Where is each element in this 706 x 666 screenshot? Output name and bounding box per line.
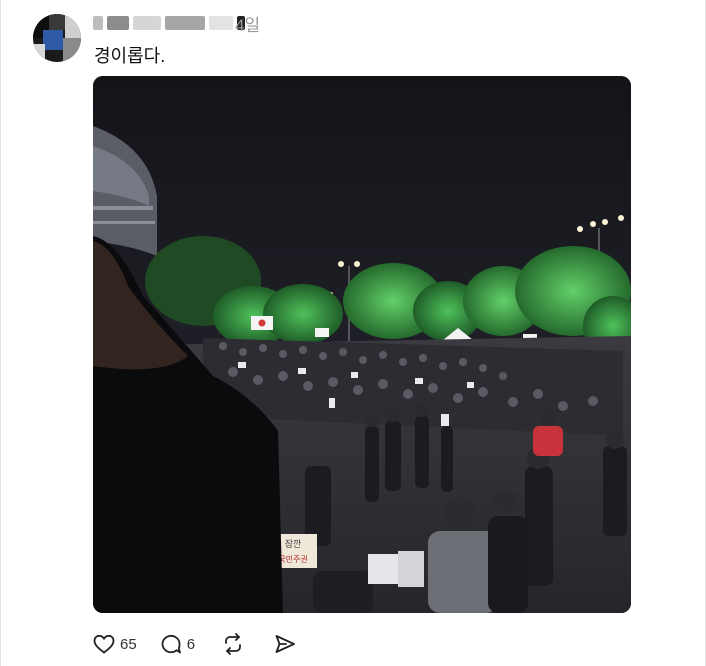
comment-bubble-icon	[161, 635, 181, 654]
post-container: 4일 경이롭다. 잠깐 국민주권 65 6	[0, 0, 706, 666]
share-button[interactable]	[273, 632, 297, 656]
like-button[interactable]: 65	[92, 632, 137, 656]
username-redacted[interactable]	[93, 12, 245, 34]
sign-text-1: 잠깐	[285, 539, 302, 550]
send-icon	[275, 635, 295, 653]
post-actions: 65 6	[92, 630, 297, 658]
post-text: 경이롭다.	[94, 46, 166, 66]
sign-text-2: 국민주권	[278, 554, 307, 564]
comment-count: 6	[186, 635, 196, 653]
post-image[interactable]: 잠깐 국민주권	[93, 76, 631, 613]
repost-icon	[225, 633, 241, 655]
post-timestamp[interactable]: 4일	[235, 11, 260, 36]
heart-icon	[93, 634, 115, 654]
like-count: 65	[120, 635, 137, 653]
avatar[interactable]	[33, 14, 81, 62]
repost-button[interactable]	[221, 632, 245, 656]
comment-button[interactable]: 6	[159, 632, 195, 656]
